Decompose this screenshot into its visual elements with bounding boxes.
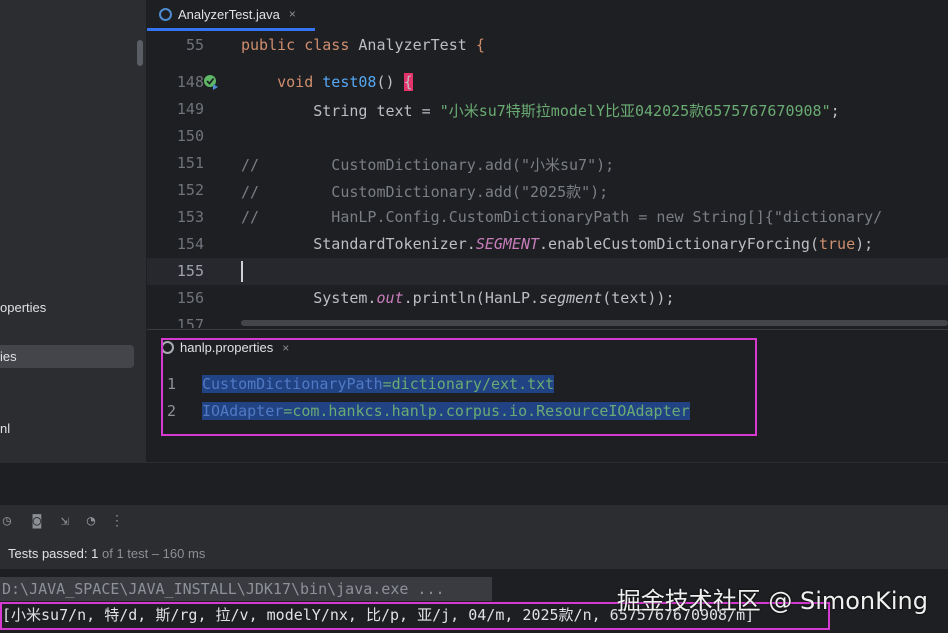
history-icon[interactable]: ◷ (0, 514, 14, 528)
property-value: dictionary/ext.txt (391, 375, 555, 393)
java-class-icon (159, 7, 172, 21)
line-number: 2 (167, 402, 177, 420)
code-token: out (376, 289, 404, 307)
project-sidebar: operties ies nl (0, 0, 147, 462)
more-icon[interactable]: ⋮ (110, 514, 124, 528)
close-icon[interactable]: × (289, 7, 296, 21)
sidebar-scrollbar[interactable] (137, 40, 143, 66)
line-text: IOAdapter=com.hankcs.hanlp.corpus.io.Res… (202, 402, 690, 420)
editor-horizontal-scrollbar[interactable] (241, 320, 948, 326)
line-number: 148 (176, 73, 204, 91)
code-token: AnalyzerTest (358, 36, 476, 54)
test-status: Tests passed: 1 of 1 test – 160 ms (8, 546, 205, 561)
gear-icon (161, 341, 174, 354)
test-status-bar: Tests passed: 1 of 1 test – 160 ms (0, 539, 948, 569)
code-token: // CustomDictionary.add("小米su7"); (241, 156, 615, 174)
code-token: String text = (241, 102, 440, 120)
camera-icon[interactable]: ◙ (30, 514, 44, 528)
current-line-highlight (147, 258, 948, 285)
code-token: test08 (322, 73, 377, 91)
property-key: CustomDictionaryPath (202, 375, 383, 393)
line-number: 157 (176, 316, 204, 328)
line-number: 153 (176, 208, 204, 226)
close-icon[interactable]: × (282, 341, 289, 355)
code-line: System.out.println(HanLP.segment(text)); (241, 289, 675, 307)
properties-line: 1 CustomDictionaryPath=dictionary/ext.tx… (147, 371, 948, 398)
code-line: String text = "小米su7特斯拉modelY比亚042025款65… (241, 100, 840, 121)
line-number: 155 (176, 262, 204, 280)
panel-separator (0, 462, 948, 505)
code-line: // HanLP.Config.CustomDictionaryPath = n… (241, 208, 882, 226)
code-token: StandardTokenizer. (241, 235, 476, 253)
code-token: // HanLP.Config.CustomDictionaryPath = n… (241, 208, 883, 226)
watermark: 掘金技术社区 @ SimonKing (616, 587, 928, 615)
code-token: .enableCustomDictionaryForcing( (539, 235, 819, 253)
line-text: CustomDictionaryPath=dictionary/ext.txt (202, 375, 555, 393)
code-line: // CustomDictionary.add("2025款"); (241, 181, 608, 202)
console-command-line[interactable]: D:\JAVA_SPACE\JAVA_INSTALL\JDK17\bin\jav… (0, 577, 492, 601)
code-token: { (475, 36, 485, 54)
code-line: // CustomDictionary.add("小米su7"); (241, 154, 614, 175)
tests-passed-label: Tests passed: (8, 546, 88, 561)
line-number: 152 (176, 181, 204, 199)
code-token: () (376, 73, 404, 91)
tab-label: AnalyzerTest.java (178, 6, 280, 22)
code-token: ; (830, 102, 840, 120)
code-token: ); (855, 235, 874, 253)
code-line: StandardTokenizer.SEGMENT.enableCustomDi… (241, 235, 873, 253)
code-token: { (403, 73, 413, 91)
code-token: public class (241, 36, 359, 54)
line-number: 55 (185, 36, 204, 54)
sidebar-item-properties[interactable]: operties (0, 300, 46, 315)
tests-summary: of 1 test – 160 ms (101, 546, 206, 561)
run-toolbar: ◷ ◙ ⇲ ◔ ⋮ (0, 504, 948, 540)
tab-label: hanlp.properties (180, 340, 274, 355)
code-token: segment (539, 289, 603, 307)
properties-line: 2 IOAdapter=com.hankcs.hanlp.corpus.io.R… (147, 398, 948, 425)
code-token: // CustomDictionary.add("2025款"); (241, 183, 609, 201)
gauge-icon[interactable]: ◔ (84, 514, 98, 528)
line-gutter: 55 148 149 150 151 152 153 154 155 156 157 (147, 32, 235, 328)
code-token: "小米su7特斯拉modelY比亚042025款6575767670908" (439, 102, 831, 120)
property-key: IOAdapter (202, 402, 284, 420)
property-value: com.hankcs.hanlp.corpus.io.ResourceIOAda… (292, 402, 690, 420)
tests-passed-count: 1 (91, 546, 99, 561)
code-token: System. (241, 289, 377, 307)
import-icon[interactable]: ⇲ (58, 514, 72, 528)
text-caret (241, 261, 243, 282)
tab-hanlp-properties[interactable]: hanlp.properties × (161, 340, 289, 355)
line-number: 151 (176, 154, 204, 172)
code-token: void (241, 73, 323, 91)
code-token: .println(HanLP. (403, 289, 540, 307)
property-equals: = (382, 375, 392, 393)
tab-analyzertest[interactable]: AnalyzerTest.java × (147, 0, 315, 31)
property-equals: = (283, 402, 293, 420)
sidebar-selection (0, 345, 134, 368)
line-number: 149 (176, 100, 204, 118)
line-number: 1 (167, 375, 177, 393)
properties-editor[interactable]: hanlp.properties × 1 CustomDictionaryPat… (147, 329, 948, 463)
code-token: SEGMENT (475, 235, 540, 253)
line-number: 154 (176, 235, 204, 253)
sidebar-item-selected[interactable]: ies (0, 349, 17, 364)
code-line: public class AnalyzerTest { (241, 36, 485, 54)
line-number: 156 (176, 289, 204, 307)
editor-tab-bar: AnalyzerTest.java × (147, 0, 948, 33)
code-editor[interactable]: 55 148 149 150 151 152 153 154 155 156 157 public … (147, 32, 948, 328)
code-token: (text)); (602, 289, 675, 307)
run-test-icon[interactable] (203, 74, 219, 90)
code-line: void test08() { (241, 73, 413, 91)
line-number: 150 (176, 127, 204, 145)
sidebar-item-xml[interactable]: nl (0, 421, 10, 436)
code-token: true (819, 235, 856, 253)
